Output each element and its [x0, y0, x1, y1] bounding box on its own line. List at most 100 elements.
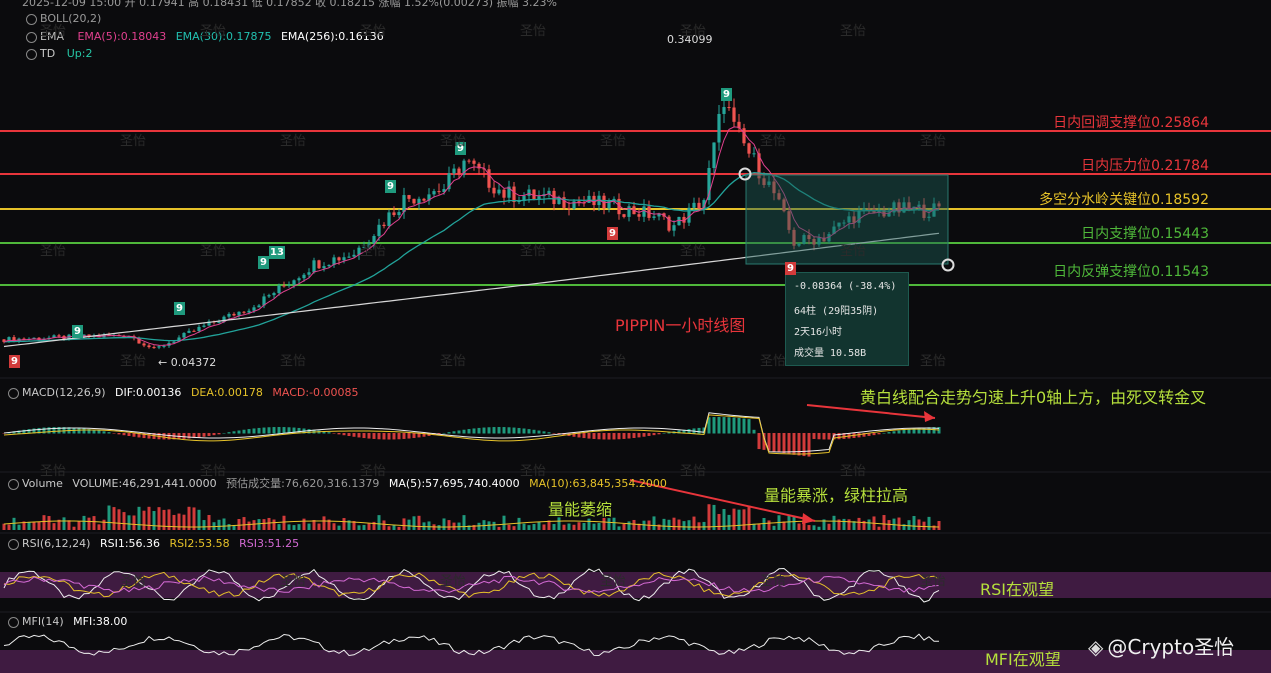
volume-bar: [772, 525, 776, 530]
watermark-text: 圣怡: [120, 574, 147, 589]
candle-body: [237, 311, 241, 316]
level-label-2: 日内压力位0.21784: [1081, 158, 1209, 174]
macd-histogram-bar: [757, 433, 761, 450]
mfi-header[interactable]: MFI(14) MFI:38.00: [8, 616, 127, 628]
volume-bar: [757, 523, 761, 530]
candle-body: [672, 225, 676, 231]
volume-bar: [82, 515, 86, 530]
bell-icon: [8, 478, 19, 490]
candle-body: [747, 143, 751, 154]
macd-histogram-bar: [637, 433, 641, 438]
macd-histogram-bar: [827, 433, 831, 440]
measure-bars: 64柱 (29阳35阴): [794, 306, 879, 317]
macd-histogram-bar: [472, 428, 476, 434]
macd-histogram-bar: [752, 429, 756, 434]
volume-bar: [412, 516, 416, 530]
volume-bar: [532, 523, 536, 530]
td-indicator-row[interactable]: TD Up:2: [26, 48, 92, 60]
volume-header[interactable]: Volume VOLUME:46,291,441.0000 预估成交量:76,6…: [8, 478, 667, 490]
macd-histogram-bar: [462, 429, 466, 434]
macd-histogram-bar: [237, 430, 241, 434]
macd-histogram-bar: [532, 429, 536, 434]
candle-body: [637, 214, 641, 217]
volume-bar: [122, 512, 126, 530]
volume-bar: [427, 521, 431, 530]
macd-histogram-bar: [497, 427, 501, 434]
volume-bar: [227, 524, 231, 530]
rsi1-value: RSI1:56.36: [99, 537, 161, 550]
volume-bar: [367, 523, 371, 530]
watermark-text: 圣怡: [360, 464, 387, 479]
volume-bar: [827, 523, 831, 530]
volume-bar: [417, 515, 421, 530]
arrow-head: [924, 411, 935, 422]
volume-bar: [492, 521, 496, 530]
watermark-text: 圣怡: [40, 24, 67, 39]
volume-bar: [407, 519, 411, 530]
volume-bar: [62, 517, 66, 530]
ema5-value: EMA(5):0.18043: [77, 30, 167, 43]
macd-histogram-bar: [872, 433, 876, 436]
macd-histogram-bar: [742, 418, 746, 434]
volume-value: VOLUME:46,291,441.0000: [72, 477, 217, 490]
watermark-text: 圣怡: [920, 574, 947, 589]
candle-body: [202, 325, 206, 327]
macd-histogram-bar: [447, 432, 451, 434]
watermark-text: 圣怡: [600, 354, 627, 369]
volume-bar: [127, 515, 131, 530]
brand-watermark: ◈ @Crypto圣怡: [1088, 637, 1234, 657]
macd-histogram-bar: [117, 433, 121, 435]
macd-histogram-bar: [512, 427, 516, 434]
td-buy-mark: 9: [174, 302, 185, 315]
volume-bar: [567, 523, 571, 530]
volume-bar: [887, 520, 891, 530]
candle-body: [182, 332, 186, 338]
volume-bar: [307, 523, 311, 530]
rsi-header[interactable]: RSI(6,12,24) RSI1:56.36 RSI2:53.58 RSI3:…: [8, 538, 299, 550]
macd-histogram-bar: [602, 433, 606, 440]
watermark-text: 圣怡: [200, 244, 227, 259]
volume-bar: [662, 518, 666, 530]
macd-histogram-bar: [642, 433, 646, 437]
watermark-text: 圣怡: [920, 354, 947, 369]
volume-bar: [512, 526, 516, 530]
candle-body: [432, 191, 436, 195]
volume-bar: [302, 518, 306, 530]
volume-bar: [52, 523, 56, 530]
volume-bar: [612, 517, 616, 530]
volume-bar: [687, 520, 691, 530]
macd-histogram-bar: [127, 433, 131, 437]
candle-body: [457, 168, 461, 175]
macd-histogram-bar: [737, 417, 741, 434]
volume-bar: [162, 509, 166, 530]
candle-body: [242, 311, 246, 313]
macd-histogram-bar: [332, 433, 336, 434]
macd-histogram-bar: [467, 429, 471, 434]
chart-canvas: [0, 96, 1271, 673]
volume-bar: [527, 525, 531, 530]
volume-bar: [247, 521, 251, 530]
chart-title: PIPPIN一小时线图: [615, 316, 746, 335]
candle-body: [487, 169, 491, 188]
macd-histogram-bar: [282, 427, 286, 434]
volume-bar: [292, 525, 296, 530]
rsi-name: RSI(6,12,24): [22, 537, 91, 550]
chart-stage: [0, 0, 1271, 673]
macd-histogram-bar: [207, 433, 211, 436]
measure-change: -0.08364 (-38.4%): [794, 281, 897, 292]
macd-histogram-bar: [812, 433, 816, 439]
volume-ma10: MA(10):63,845,354.2000: [529, 477, 667, 490]
volume-bar: [812, 525, 816, 530]
td-buy-mark: 9: [385, 180, 396, 193]
volume-bar: [502, 515, 506, 530]
volume-bar: [842, 518, 846, 530]
macd-histogram-bar: [592, 433, 596, 439]
candle-body: [347, 256, 351, 258]
macd-histogram-bar: [537, 430, 541, 434]
macd-header[interactable]: MACD(12,26,9) DIF:0.00136 DEA:0.00178 MA…: [8, 387, 359, 399]
macd-histogram-bar: [817, 433, 821, 440]
macd-histogram-bar: [107, 432, 111, 434]
bell-icon: [26, 31, 37, 43]
volume-bar: [172, 514, 176, 530]
watermark-text: 圣怡: [40, 464, 67, 479]
